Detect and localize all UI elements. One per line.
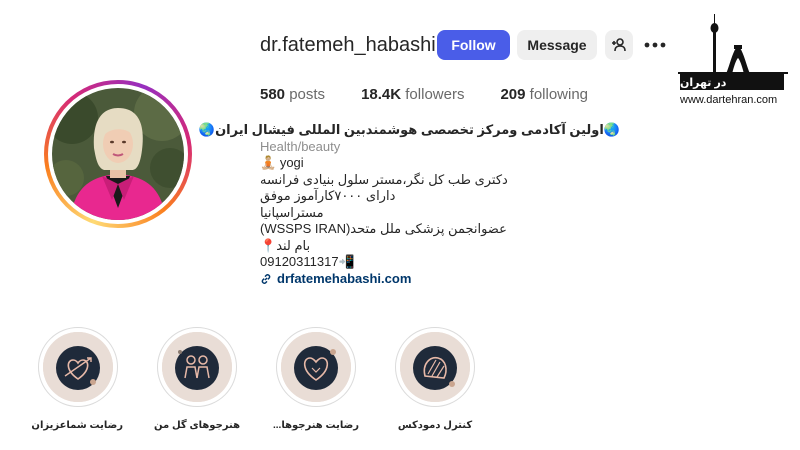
watermark-url: www.dartehran.com [680, 94, 778, 106]
profile-bio: 🌏اولین آکادمی ومرکز تخصصی هوشمندبین المل… [199, 122, 620, 288]
bio-name: اولین آکادمی ومرکز تخصصی هوشمندبین الملل… [215, 122, 604, 137]
shell-icon [400, 332, 470, 402]
following-stat[interactable]: 209 following [500, 86, 588, 103]
more-options-button[interactable] [643, 36, 667, 54]
highlight-ring [38, 327, 118, 407]
bio-phone-text: 09120311317 [260, 254, 339, 269]
round-pushpin-icon: 📍 [260, 237, 277, 253]
highlight-label: کنترل دمودکس [397, 420, 473, 431]
highlight-ring [395, 327, 475, 407]
avatar-gap [48, 84, 188, 224]
message-button[interactable]: Message [517, 30, 597, 60]
mobile-phone-arrow-icon: 📲 [338, 254, 355, 269]
posts-count: 580 [260, 86, 286, 103]
bio-category: Health/beauty [260, 138, 341, 154]
suggest-accounts-button[interactable] [605, 30, 633, 60]
bio-yogi-text: yogi [279, 155, 304, 170]
followers-count: 18.4K [361, 86, 402, 103]
highlight-cover [281, 332, 351, 402]
bio-location-text: بام لند [276, 237, 311, 253]
posts-stat[interactable]: 580 posts [260, 86, 325, 103]
following-label: following [529, 86, 589, 103]
bio-line-2: دارای ۷۰۰۰کارآموز موفق [260, 188, 396, 203]
avatar-photo [52, 88, 184, 220]
avatar-portrait [52, 88, 184, 220]
highlight-cover [400, 332, 470, 402]
story-highlight[interactable]: رضایت شماعزیزان [31, 327, 123, 431]
link-icon [261, 273, 271, 284]
profile-avatar[interactable] [44, 80, 192, 228]
following-count: 209 [500, 86, 526, 103]
person-add-icon [612, 38, 626, 52]
bio-line-location: بام لند📍 [260, 238, 620, 255]
bio-line-4: (WSSPS IRAN)عضوانجمن پزشکی ملل متحد [260, 221, 507, 236]
watermark-brand: در تهران [680, 74, 784, 90]
profile-username: dr.fatemeh_habashi [260, 34, 436, 56]
dartehran-watermark-logo: در تهران www.dartehran.com [676, 12, 794, 112]
follow-button[interactable]: Follow [437, 30, 510, 60]
story-highlight[interactable]: هنرجوهای گل من [152, 327, 242, 431]
followers-stat[interactable]: 18.4K followers [361, 86, 464, 103]
bio-line-yogi: 🧘🏼 yogi [260, 155, 620, 172]
story-highlight[interactable]: رضایت هنرجوها... [271, 327, 361, 431]
highlight-cover [43, 332, 113, 402]
bio-name-line: 🌏اولین آکادمی ومرکز تخصصی هوشمندبین المل… [199, 122, 620, 139]
person-in-lotus-position-icon: 🧘🏼 [260, 155, 277, 170]
globe-icon: 🌏 [198, 122, 216, 137]
bio-line-3: مستراسپانیا [260, 204, 324, 220]
story-highlight[interactable]: کنترل دمودکس [390, 327, 480, 431]
highlight-ring [157, 327, 237, 407]
highlight-ring [276, 327, 356, 407]
heart-icon [281, 332, 351, 402]
highlight-label: هنرجوهای گل من [153, 420, 241, 431]
bio-line-1: دکتری طب کل نگر،مستر سلول بنیادی فرانسه [260, 171, 508, 187]
highlight-cover [162, 332, 232, 402]
heart-arrow-icon [43, 332, 113, 402]
more-horizontal-icon [644, 42, 666, 48]
highlight-label: رضایت هنرجوها... [272, 420, 360, 431]
profile-stats: 580 posts 18.4K followers 209 following [260, 86, 624, 103]
posts-label: posts [289, 86, 326, 103]
globe-icon: 🌏 [603, 122, 620, 137]
people-icon [162, 332, 232, 402]
followers-label: followers [405, 86, 465, 103]
highlight-label: رضایت شماعزیزان [31, 420, 123, 431]
bio-website-text: drfatemehabashi.com [277, 270, 412, 286]
bio-website-link[interactable]: drfatemehabashi.com [260, 271, 620, 288]
tehran-skyline-icon [678, 14, 788, 74]
bio-line-phone: 09120311317📲 [260, 254, 620, 271]
